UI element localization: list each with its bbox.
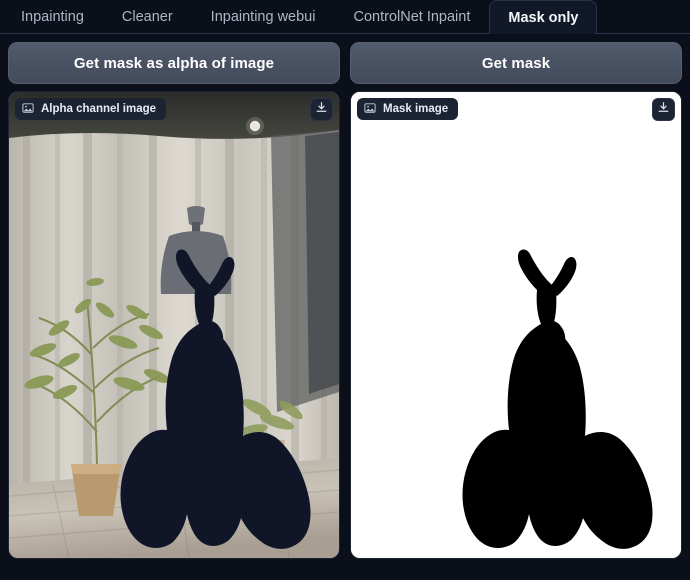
left-column: Get mask as alpha of image Alpha channel…	[8, 42, 340, 559]
tab-inpainting[interactable]: Inpainting	[2, 0, 103, 33]
get-mask-button[interactable]: Get mask	[350, 42, 682, 84]
mask-image-panel: Mask image	[350, 91, 682, 559]
button-label: Get mask as alpha of image	[73, 54, 275, 72]
tab-label: Inpainting	[21, 9, 84, 25]
alpha-channel-image	[9, 92, 339, 558]
download-icon	[315, 101, 328, 119]
tab-bar: Inpainting Cleaner Inpainting webui Cont…	[0, 0, 690, 34]
image-icon	[364, 102, 376, 117]
tab-label: ControlNet Inpaint	[353, 9, 471, 25]
tab-label: Cleaner	[121, 9, 173, 25]
get-mask-as-alpha-button[interactable]: Get mask as alpha of image	[8, 42, 340, 84]
panel-label-text: Mask image	[383, 103, 449, 115]
tab-controlnet-inpaint[interactable]: ControlNet Inpaint	[334, 0, 489, 33]
tab-inpainting-webui[interactable]: Inpainting webui	[192, 0, 335, 33]
download-icon	[657, 101, 670, 119]
tab-label: Mask only	[508, 9, 579, 26]
panel-label-text: Alpha channel image	[41, 103, 157, 115]
mask-image	[351, 92, 681, 558]
right-column: Get mask Mask image	[350, 42, 682, 559]
tab-mask-only[interactable]: Mask only	[489, 0, 598, 34]
content-columns: Get mask as alpha of image Alpha channel…	[0, 34, 690, 559]
download-alpha-image-button[interactable]	[310, 98, 333, 121]
download-mask-image-button[interactable]	[652, 98, 675, 121]
button-label: Get mask	[481, 54, 551, 72]
mask-image-label: Mask image	[357, 98, 459, 120]
alpha-channel-image-label: Alpha channel image	[15, 98, 167, 120]
alpha-channel-image-panel: Alpha channel image	[8, 91, 340, 559]
tab-label: Inpainting webui	[210, 9, 316, 25]
tab-cleaner[interactable]: Cleaner	[103, 0, 192, 33]
image-icon	[22, 102, 34, 117]
